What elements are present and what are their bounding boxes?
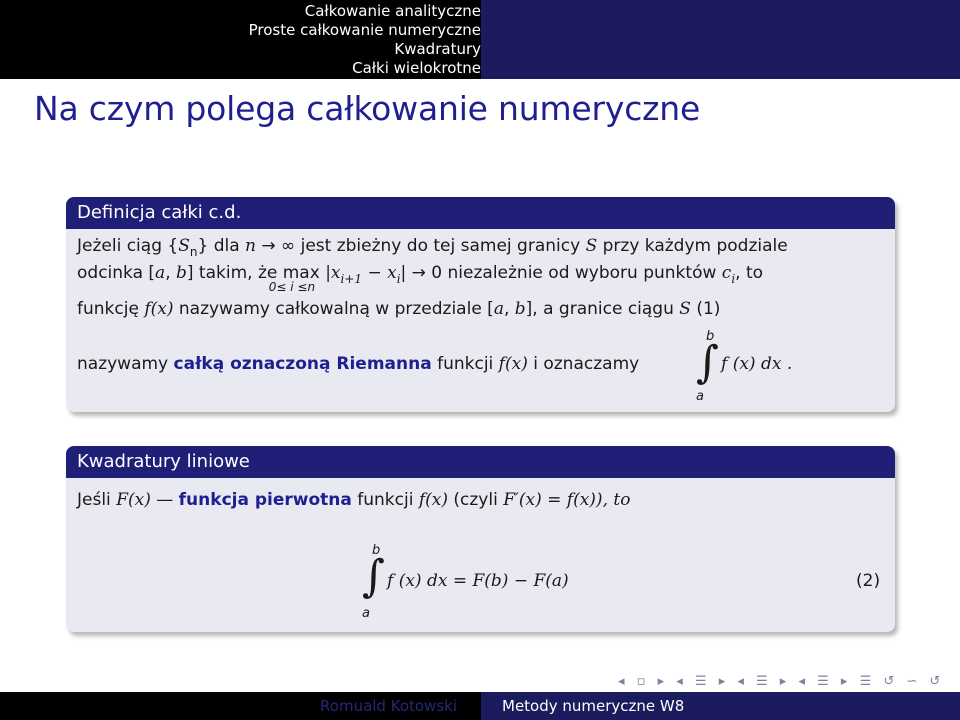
- text: (czyli: [448, 490, 504, 510]
- text: nazywamy całkowalną w przedziale [: [173, 299, 494, 319]
- text: , to: [735, 263, 764, 283]
- frame-title-bar: Na czym polega całkowanie numeryczne: [0, 79, 960, 136]
- text: i oznaczamy: [527, 354, 640, 374]
- math-var: F: [116, 490, 128, 510]
- text: funkcji: [351, 490, 419, 510]
- math-var: S: [178, 236, 190, 256]
- definition-line-1: Jeżeli ciąg {Sn} dla n → ∞ jest zbieżny …: [77, 236, 788, 259]
- math-var: b: [514, 299, 526, 319]
- text: funkcji: [431, 354, 499, 374]
- math-sub: i+1: [340, 272, 363, 286]
- quadrature-block-body: Jeśli F(x) — funkcja pierwotna funkcji f…: [66, 478, 895, 632]
- quadrature-block-title: Kwadratury liniowe: [66, 446, 895, 478]
- quadrature-block: Kwadratury liniowe Jeśli F(x) — funkcja …: [66, 446, 895, 632]
- math-var: b: [176, 263, 187, 283]
- integral-sign: ∫: [362, 551, 385, 602]
- bold-term: całką oznaczoną Riemanna: [173, 354, 432, 374]
- math-var: S: [679, 299, 691, 319]
- footer-author: Romuald Kotowski: [320, 697, 457, 715]
- text: funkcję: [77, 299, 145, 319]
- section-navigation: Całkowanie analityczne Proste całkowanie…: [203, 0, 481, 78]
- definition-line-2: odcinka [a, b] takim, że max 0≤ i ≤n |xi+…: [77, 263, 764, 294]
- definition-line-3: funkcję f(x) nazywamy całkowalną w przed…: [77, 299, 720, 319]
- text: ,: [165, 263, 176, 283]
- footer-left-panel: Romuald Kotowski: [0, 692, 481, 720]
- beamer-navigation-icons[interactable]: ◂ ▫ ▸ ◂ ☰ ▸ ◂ ☰ ▸ ◂ ☰ ▸ ☰ ↺ ∽ ↺: [618, 674, 944, 689]
- text: } dla: [197, 236, 246, 256]
- math-sub: n: [189, 245, 198, 259]
- math-arg: (x)), to: [573, 490, 631, 510]
- page-title: Na czym polega całkowanie numeryczne: [34, 89, 701, 128]
- max-subscript: 0≤ i ≤n: [268, 280, 316, 294]
- equation-body: f (x) dx = F(b) − F(a): [387, 571, 569, 591]
- text: odcinka [: [77, 263, 156, 283]
- nav-item-proste-calkowanie[interactable]: Proste całkowanie numeryczne: [249, 21, 481, 40]
- math-sub: i: [731, 272, 736, 286]
- footer-right-panel: Metody numeryczne W8: [481, 692, 960, 720]
- nav-item-kwadratury[interactable]: Kwadratury: [394, 40, 481, 59]
- quadrature-line-1: Jeśli F(x) — funkcja pierwotna funkcji f…: [77, 490, 630, 510]
- math-minus: − x: [362, 263, 397, 283]
- math-var: a: [155, 263, 166, 283]
- math-var: a: [493, 299, 504, 319]
- definition-line-4: nazywamy całką oznaczoną Riemanna funkcj…: [77, 354, 639, 374]
- integral-lower-limit: a: [362, 606, 370, 621]
- math-abs: |x: [325, 263, 341, 283]
- text: Jeśli: [77, 490, 117, 510]
- math-var: F′: [503, 490, 519, 510]
- footer-title: Metody numeryczne W8: [502, 697, 685, 715]
- math-var: n: [245, 236, 256, 256]
- math-arg: (x): [425, 490, 448, 510]
- integrand: f (x) dx .: [721, 354, 793, 374]
- bold-term: funkcja pierwotna: [178, 490, 352, 510]
- text: nazywamy: [77, 354, 174, 374]
- text: ], a granice ciągu: [525, 299, 680, 319]
- max-operator: max 0≤ i ≤n: [269, 263, 320, 294]
- nav-item-calkowanie-analityczne[interactable]: Całkowanie analityczne: [305, 2, 481, 21]
- integral-lower-limit: a: [696, 389, 704, 404]
- math-arg: (x): [127, 490, 151, 510]
- math-var: S: [585, 236, 598, 256]
- integral-sign: ∫: [696, 337, 719, 388]
- definition-block-body: Jeżeli ciąg {Sn} dla n → ∞ jest zbieżny …: [66, 229, 895, 412]
- footer-bar: Romuald Kotowski Metody numeryczne W8: [0, 692, 960, 720]
- math-arg: (x): [150, 299, 174, 319]
- definition-block-title: Definicja całki c.d.: [66, 197, 895, 229]
- text: —: [150, 490, 179, 510]
- math-arrow: → ∞: [255, 236, 301, 256]
- nav-item-calki-wielokrotne[interactable]: Całki wielokrotne: [352, 59, 481, 78]
- equation-ref: (1): [690, 299, 721, 319]
- definition-block: Definicja całki c.d. Jeżeli ciąg {Sn} dl…: [66, 197, 895, 412]
- text: ,: [503, 299, 515, 319]
- text: Jeżeli ciąg {: [77, 236, 179, 256]
- equation-number: (2): [856, 571, 881, 591]
- text: przy każdym podziale: [597, 236, 788, 256]
- math-arg: (x) =: [518, 490, 567, 510]
- header-right-panel: [481, 0, 960, 79]
- math-var: c: [721, 263, 732, 283]
- text: | → 0 niezależnie od wyboru punktów: [400, 263, 722, 283]
- text: jest zbieżny do tej samej granicy: [300, 236, 586, 256]
- math-arg: (x): [504, 354, 528, 374]
- math-sub: i: [396, 272, 401, 286]
- header-navigation-bar: Całkowanie analityczne Proste całkowanie…: [0, 0, 960, 79]
